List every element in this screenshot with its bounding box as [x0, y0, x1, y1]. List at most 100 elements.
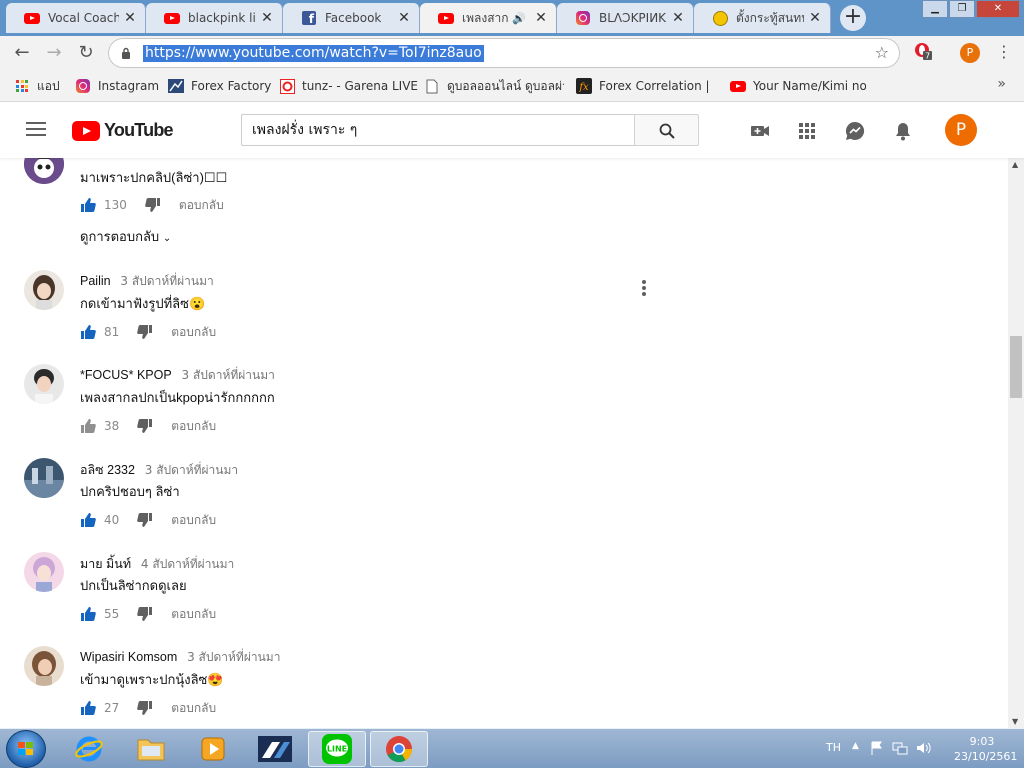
- comment-time[interactable]: 3 สัปดาห์ที่ผ่านมา: [145, 463, 238, 477]
- line-icon[interactable]: LINE: [308, 731, 366, 767]
- tab-blackpink-lisa[interactable]: blackpink lisa ✕: [146, 3, 283, 33]
- commenter-avatar[interactable]: [24, 458, 64, 498]
- create-video-icon[interactable]: [749, 120, 771, 142]
- tab-blackpink-instagram[interactable]: BLΛƆKPIИK (@ ✕: [557, 3, 694, 33]
- close-tab-icon[interactable]: ✕: [123, 10, 137, 26]
- like-icon[interactable]: [80, 606, 96, 622]
- chart-app-icon[interactable]: [246, 731, 304, 767]
- dislike-icon[interactable]: [137, 606, 153, 622]
- close-window-button[interactable]: ✕: [976, 0, 1020, 18]
- tab-active-youtube[interactable]: เพลงสากล 🔊 ✕: [420, 3, 557, 33]
- like-icon[interactable]: [80, 197, 96, 213]
- comment-menu-icon[interactable]: [638, 278, 650, 298]
- minimize-button[interactable]: ▁: [922, 0, 948, 18]
- more-bookmarks-icon[interactable]: »: [997, 76, 1006, 92]
- comment-time[interactable]: 3 สัปดาห์ที่ผ่านมา: [120, 274, 213, 288]
- commenter-avatar[interactable]: [24, 552, 64, 592]
- youtube-icon: [438, 10, 454, 26]
- apps-icon[interactable]: [796, 120, 818, 142]
- reply-button[interactable]: ตอบกลับ: [179, 196, 224, 215]
- opera-extension-icon[interactable]: 7: [914, 42, 932, 60]
- close-tab-icon[interactable]: ✕: [260, 10, 274, 26]
- view-replies-button[interactable]: ดูการตอบกลับ ⌄: [80, 226, 171, 247]
- dislike-icon[interactable]: [137, 700, 153, 716]
- scrollbar-thumb[interactable]: [1010, 336, 1022, 398]
- bookmark-forex-correlation[interactable]: fx Forex Correlation | M: [576, 76, 714, 96]
- search-button[interactable]: [634, 114, 699, 146]
- tab-vocal-coach[interactable]: Vocal Coach R ✕: [6, 3, 146, 33]
- comment-author[interactable]: มาย มิ้นท์: [80, 557, 131, 571]
- new-tab-button[interactable]: +: [840, 5, 866, 31]
- browser-profile-avatar[interactable]: P: [960, 43, 980, 63]
- close-tab-icon[interactable]: ✕: [534, 10, 548, 26]
- maximize-button[interactable]: ❐: [949, 0, 975, 18]
- dislike-icon[interactable]: [137, 418, 153, 434]
- reply-button[interactable]: ตอบกลับ: [171, 323, 216, 342]
- internet-explorer-icon[interactable]: [60, 731, 118, 767]
- search-input[interactable]: เพลงฝรั่ง เพราะ ๆ: [241, 114, 635, 146]
- comment-author[interactable]: *FOCUS* KPOP: [80, 368, 172, 382]
- commenter-avatar[interactable]: [24, 158, 64, 184]
- scroll-up-icon[interactable]: ▲: [1012, 160, 1018, 169]
- tab-pantip[interactable]: ตั้งกระทู้สนทนา ✕: [694, 3, 831, 33]
- comment-time[interactable]: 3 สัปดาห์ที่ผ่านมา: [182, 368, 275, 382]
- reply-button[interactable]: ตอบกลับ: [171, 417, 216, 436]
- messages-icon[interactable]: [844, 120, 866, 142]
- bookmark-forex-factory[interactable]: Forex Factory: [168, 76, 271, 96]
- like-icon[interactable]: [80, 418, 96, 434]
- tab-facebook[interactable]: f Facebook ✕: [283, 3, 420, 33]
- commenter-avatar[interactable]: [24, 364, 64, 404]
- volume-icon[interactable]: [916, 741, 932, 755]
- instagram-icon: [575, 10, 591, 26]
- network-icon[interactable]: [892, 741, 908, 755]
- commenter-avatar[interactable]: [24, 646, 64, 686]
- bookmark-star-icon[interactable]: ☆: [875, 43, 889, 62]
- notifications-bell-icon[interactable]: [892, 120, 914, 142]
- account-avatar[interactable]: P: [945, 114, 977, 146]
- bookmark-garena-live[interactable]: tunz- - Garena LIVE: [279, 76, 418, 96]
- address-bar[interactable]: https://www.youtube.com/watch?v=ToI7inz8…: [108, 38, 900, 68]
- hamburger-menu-icon[interactable]: [26, 122, 46, 136]
- page-scrollbar[interactable]: ▲ ▼: [1008, 158, 1024, 728]
- dislike-icon[interactable]: [145, 197, 161, 213]
- back-button[interactable]: ←: [10, 41, 34, 65]
- like-icon[interactable]: [80, 700, 96, 716]
- chrome-icon[interactable]: [370, 731, 428, 767]
- file-explorer-icon[interactable]: [122, 731, 180, 767]
- comment-time[interactable]: 4 สัปดาห์ที่ผ่านมา: [141, 557, 234, 571]
- comment-time[interactable]: 3 สัปดาห์ที่ผ่านมา: [187, 650, 280, 664]
- comment-author[interactable]: อลิซ 2332: [80, 463, 135, 477]
- reply-button[interactable]: ตอบกลับ: [171, 699, 216, 718]
- like-icon[interactable]: [80, 324, 96, 340]
- bookmark-instagram[interactable]: Instagram: [75, 76, 159, 96]
- like-icon[interactable]: [80, 512, 96, 528]
- window-controls: ▁ ❐ ✕: [921, 0, 1020, 18]
- reply-button[interactable]: ตอบกลับ: [171, 605, 216, 624]
- dislike-icon[interactable]: [137, 512, 153, 528]
- forward-button[interactable]: →: [42, 41, 66, 65]
- comment-author[interactable]: Pailin: [80, 274, 111, 288]
- dislike-icon[interactable]: [137, 324, 153, 340]
- comment-author[interactable]: Wipasiri Komsom: [80, 650, 177, 664]
- close-tab-icon[interactable]: ✕: [671, 10, 685, 26]
- bookmark-your-name[interactable]: Your Name/Kimi no N: [730, 76, 866, 96]
- audio-playing-icon[interactable]: 🔊: [512, 12, 526, 25]
- clock[interactable]: 9:03 23/10/2561: [954, 734, 1017, 764]
- show-hidden-icons-icon[interactable]: ▲: [852, 741, 859, 751]
- reload-button[interactable]: ↻: [74, 41, 98, 65]
- chevron-down-icon: ⌄: [162, 233, 172, 244]
- commenter-avatar[interactable]: [24, 270, 64, 310]
- browser-menu-icon[interactable]: ⋮: [996, 43, 1012, 61]
- scroll-down-icon[interactable]: ▼: [1012, 717, 1018, 726]
- close-tab-icon[interactable]: ✕: [808, 10, 822, 26]
- media-player-icon[interactable]: [184, 731, 242, 767]
- close-tab-icon[interactable]: ✕: [397, 10, 411, 26]
- reply-button[interactable]: ตอบกลับ: [171, 511, 216, 530]
- action-center-flag-icon[interactable]: [870, 741, 884, 755]
- url-text[interactable]: https://www.youtube.com/watch?v=ToI7inz8…: [143, 45, 484, 62]
- bookmark-apps[interactable]: แอป: [14, 76, 60, 96]
- input-language[interactable]: TH: [826, 741, 841, 754]
- start-button[interactable]: [6, 730, 46, 768]
- youtube-logo[interactable]: YouTube: [72, 120, 174, 141]
- bookmark-football-live[interactable]: ดูบอลออนไลน์ ดูบอลผ่าน: [424, 76, 564, 96]
